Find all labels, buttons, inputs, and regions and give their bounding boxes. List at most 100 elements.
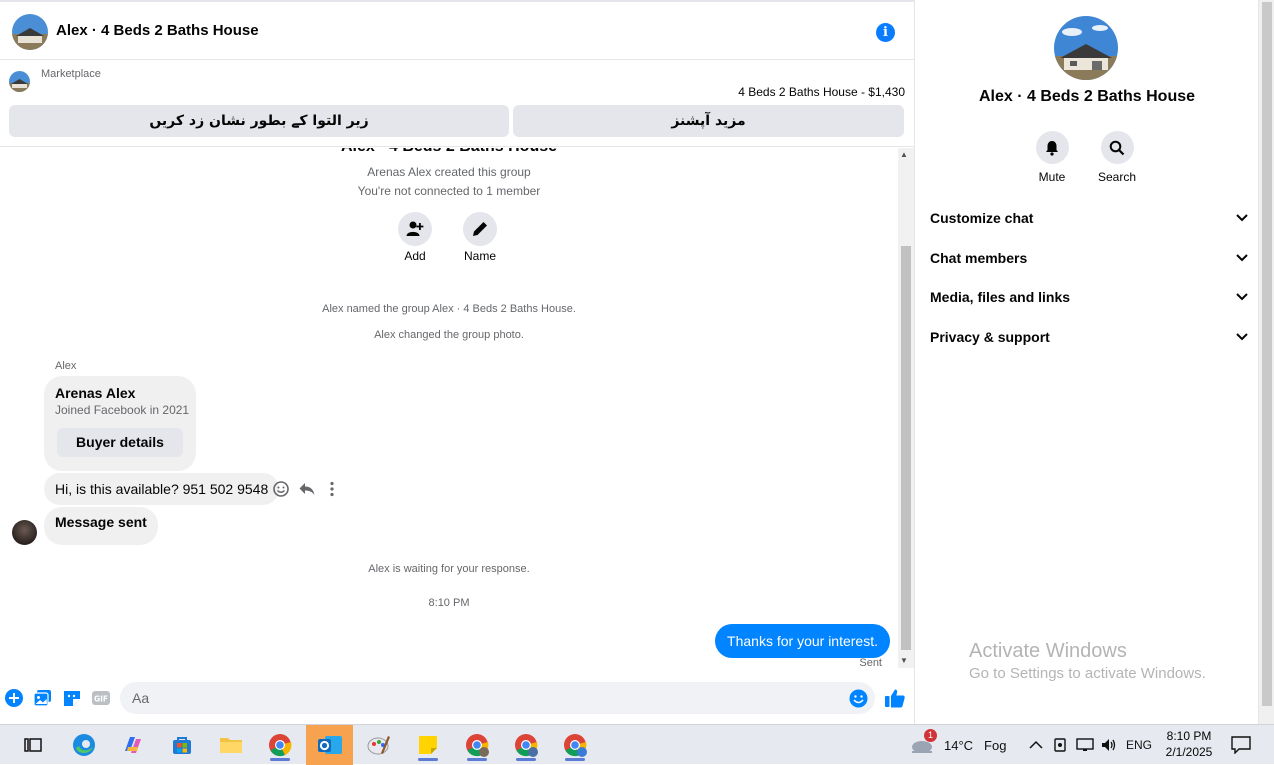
window-scrollbar[interactable]	[1258, 0, 1274, 724]
message-list: Alex · 4 Beds 2 Baths House Arenas Alex …	[0, 148, 898, 678]
section-privacy-support[interactable]: Privacy & support	[930, 318, 1248, 356]
section-chat-members[interactable]: Chat members	[930, 239, 1248, 277]
taskbar-clock[interactable]: 8:10 PM 2/1/2025	[1160, 728, 1218, 760]
file-explorer-app[interactable]	[211, 729, 251, 761]
section-customize-chat[interactable]: Customize chat	[930, 199, 1248, 237]
message-input-wrap	[120, 682, 875, 714]
buyer-details-button[interactable]: Buyer details	[57, 428, 183, 457]
store-app[interactable]	[162, 729, 202, 761]
marketplace-label: Marketplace	[41, 68, 101, 80]
chrome-icon	[269, 734, 292, 757]
waiting-notice: Alex is waiting for your response.	[368, 563, 530, 575]
like-icon[interactable]	[884, 687, 906, 709]
folder-icon	[220, 738, 242, 753]
outgoing-message[interactable]: Thanks for your interest.	[715, 624, 890, 658]
incoming-message[interactable]: Hi, is this available? 951 502 9548	[44, 473, 280, 505]
network-tray-icon[interactable]	[1076, 725, 1094, 765]
paint-icon	[367, 736, 390, 755]
section-label: Chat members	[930, 250, 1028, 266]
chrome-icon	[564, 734, 587, 757]
speaker-icon	[1102, 739, 1116, 751]
chrome-icon	[515, 734, 538, 757]
clock-date: 2/1/2025	[1165, 745, 1213, 759]
section-label: Privacy & support	[930, 329, 1050, 345]
language-indicator[interactable]: ENG	[1126, 725, 1152, 765]
react-emoji-icon[interactable]	[272, 480, 290, 498]
chevron-down-icon	[1236, 293, 1248, 301]
section-label: Media, files and links	[930, 289, 1071, 305]
more-options-button[interactable]: مزید آپشنز	[513, 105, 904, 137]
weather-temp: 14°C	[944, 737, 974, 753]
search-label: Search	[1097, 170, 1137, 184]
chrome-profile-app[interactable]	[506, 729, 546, 761]
chevron-down-icon	[1236, 254, 1248, 262]
chevron-up-icon	[1029, 740, 1043, 749]
notification-icon	[1231, 736, 1251, 754]
incoming-message[interactable]: Message sent	[44, 507, 158, 545]
add-label: Add	[404, 249, 426, 263]
paint-app[interactable]	[359, 729, 399, 761]
rename-group-button[interactable]	[463, 212, 497, 246]
message-input[interactable]	[132, 682, 832, 714]
sticky-notes-app[interactable]	[408, 729, 448, 761]
gif-label: GIF	[94, 695, 108, 704]
add-person-icon	[406, 221, 424, 236]
volume-tray-icon[interactable]	[1100, 725, 1118, 765]
weather-widget[interactable]: 1 14°C Fog	[911, 725, 1006, 765]
created-notice: Arenas Alex created this group	[367, 165, 531, 179]
listing-price[interactable]: 4 Beds 2 Baths House - $1,430	[738, 85, 905, 99]
plus-icon[interactable]	[4, 688, 24, 708]
weather-alert-badge: 1	[924, 729, 937, 742]
gif-icon[interactable]: GIF	[91, 688, 111, 708]
photo-icon[interactable]	[33, 688, 53, 708]
emoji-icon[interactable]	[849, 689, 868, 708]
task-view-button[interactable]	[13, 729, 53, 761]
info-icon[interactable]: i	[876, 23, 895, 42]
clock-time: 8:10 PM	[1166, 729, 1212, 743]
pencil-icon	[473, 222, 487, 236]
copilot-icon	[125, 737, 141, 753]
reply-icon[interactable]	[298, 480, 316, 498]
chat-title[interactable]: Alex · 4 Beds 2 Baths House	[56, 22, 259, 39]
search-button[interactable]: Search	[1087, 131, 1147, 184]
message-scrollbar-thumb[interactable]	[901, 246, 911, 650]
edge-app[interactable]	[64, 729, 104, 761]
sticker-icon[interactable]	[62, 688, 82, 708]
more-actions-icon[interactable]	[323, 480, 341, 498]
watermark-title: Activate Windows	[969, 640, 1127, 662]
messenger-window: Alex · 4 Beds 2 Baths House i Marketplac…	[0, 0, 1274, 724]
chrome-app[interactable]	[260, 729, 300, 761]
marketplace-bar: Marketplace 4 Beds 2 Baths House - $1,43…	[0, 61, 915, 147]
group-named-event: Alex named the group Alex · 4 Beds 2 Bat…	[322, 303, 576, 315]
chat-pane: Alex · 4 Beds 2 Baths House i Marketplac…	[0, 0, 915, 724]
device-tray-icon[interactable]	[1053, 725, 1067, 765]
group-photo[interactable]	[1054, 16, 1118, 80]
mute-button[interactable]: Mute	[1022, 131, 1082, 184]
chrome-profile-app[interactable]	[555, 729, 595, 761]
scroll-up-arrow[interactable]: ▲	[900, 150, 908, 159]
sender-avatar[interactable]	[12, 520, 37, 545]
copilot-app[interactable]	[113, 729, 153, 761]
chevron-down-icon	[1236, 333, 1248, 341]
hidden-icons-button[interactable]	[1029, 725, 1043, 765]
bell-icon	[1046, 140, 1058, 156]
group-avatar[interactable]	[12, 14, 48, 50]
outlook-app[interactable]	[306, 725, 353, 765]
listing-thumbnail[interactable]	[9, 71, 30, 92]
message-timestamp: 8:10 PM	[428, 597, 470, 609]
add-member-button[interactable]	[398, 212, 432, 246]
chrome-icon	[466, 734, 489, 757]
buyer-joined: Joined Facebook in 2021	[55, 403, 190, 417]
section-label: Customize chat	[930, 210, 1034, 226]
mark-pending-button[interactable]: زیر التوا کے بطور نشان زد کریں	[9, 105, 509, 137]
scroll-down-arrow[interactable]: ▼	[900, 656, 908, 665]
weather-icon: 1	[911, 729, 937, 755]
notifications-button[interactable]	[1231, 725, 1251, 765]
connection-notice: You're not connected to 1 member	[357, 184, 541, 198]
store-icon	[173, 737, 191, 754]
watermark-subtitle: Go to Settings to activate Windows.	[969, 665, 1206, 682]
panel-group-name: Alex · 4 Beds 2 Baths House	[978, 88, 1196, 105]
chrome-profile-app[interactable]	[457, 729, 497, 761]
activate-windows-watermark: Activate Windows Go to Settings to activ…	[969, 640, 1206, 682]
section-media-files-links[interactable]: Media, files and links	[930, 278, 1248, 316]
